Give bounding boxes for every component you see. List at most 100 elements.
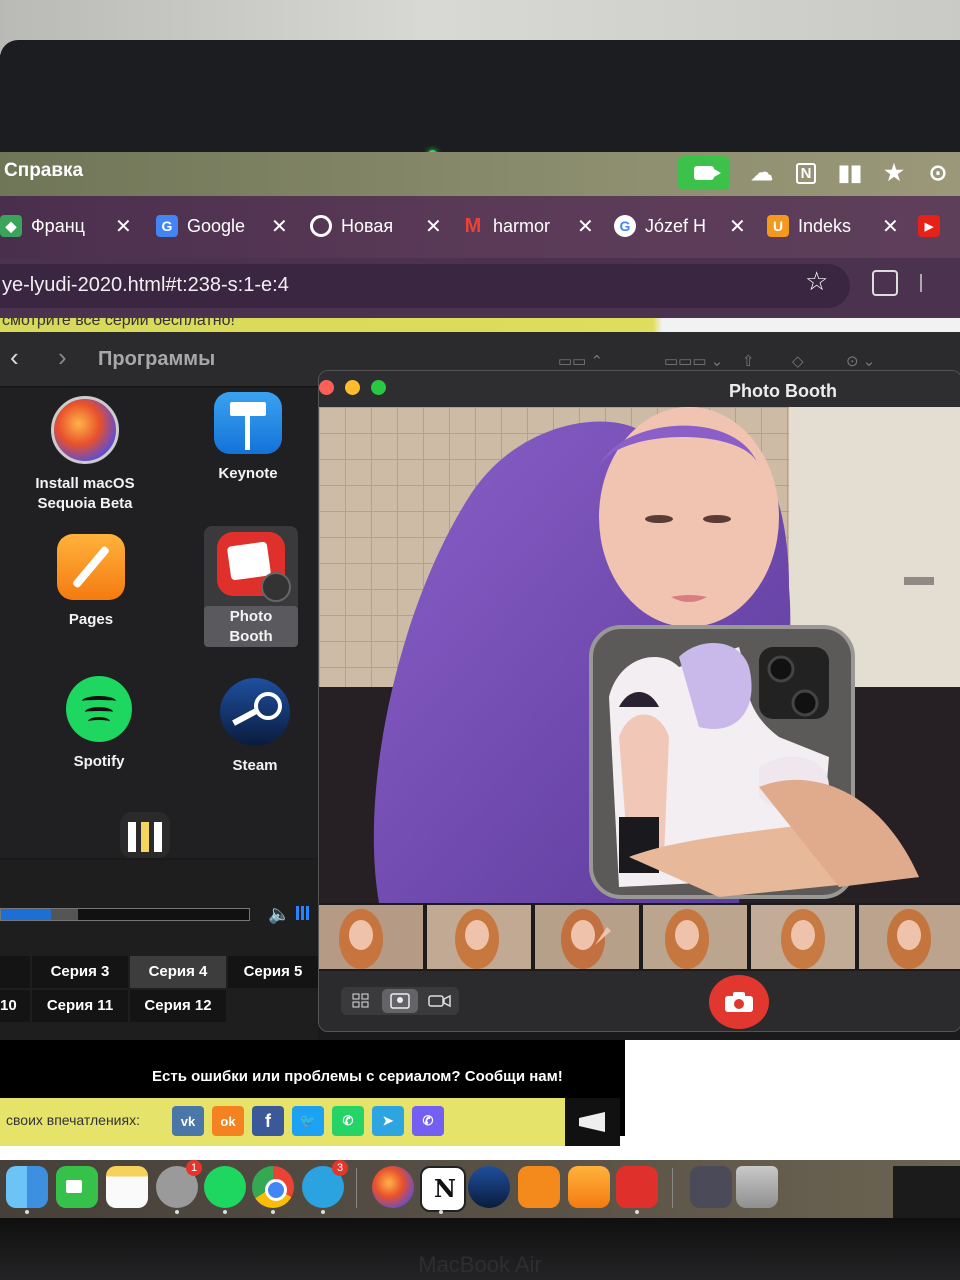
spotify-icon[interactable]: [204, 1166, 246, 1208]
tab-google[interactable]: G Google ✕: [156, 208, 288, 244]
seek-bar[interactable]: [0, 908, 250, 921]
ok-share-button[interactable]: ok: [212, 1106, 244, 1136]
notes-icon[interactable]: [106, 1166, 148, 1208]
photo-thumbnail[interactable]: [535, 905, 639, 969]
tab-gmail[interactable]: M harmor ✕: [462, 208, 594, 244]
facetime-camera-icon[interactable]: [678, 156, 730, 190]
episode-button-active[interactable]: Серия 4: [130, 956, 226, 988]
tab-close-icon[interactable]: ✕: [729, 214, 746, 239]
notion-icon[interactable]: N: [420, 1166, 466, 1212]
pages-icon[interactable]: [568, 1166, 610, 1208]
back-chevron-icon[interactable]: ‹: [10, 342, 19, 373]
downloads-icon[interactable]: [690, 1166, 732, 1208]
close-window-button[interactable]: [319, 380, 334, 395]
telegram-share-button[interactable]: ➤: [372, 1106, 404, 1136]
tab-youtube[interactable]: ▶: [918, 208, 949, 244]
app-pages[interactable]: Pages: [26, 534, 156, 630]
tab-new[interactable]: Новая ✕: [310, 208, 442, 244]
url-field[interactable]: ye-lyudi-2020.html#t:238-s:1-e:4: [0, 264, 850, 308]
url-text: ye-lyudi-2020.html#t:238-s:1-e:4: [2, 274, 289, 296]
app-spotify[interactable]: Spotify: [34, 676, 164, 772]
view-grid-icon[interactable]: ▭▭ ⌃: [558, 352, 603, 370]
vk-share-button[interactable]: vk: [172, 1106, 204, 1136]
photo-thumbnail[interactable]: [751, 905, 855, 969]
steam-icon[interactable]: [468, 1166, 510, 1208]
twitter-share-button[interactable]: 🐦: [292, 1106, 324, 1136]
tab-close-icon[interactable]: ✕: [425, 214, 442, 239]
macos-installer-icon[interactable]: [372, 1166, 414, 1208]
notion-icon[interactable]: N: [784, 156, 828, 190]
take-photo-button[interactable]: [709, 975, 769, 1029]
minimize-window-button[interactable]: [345, 380, 360, 395]
macos-installer-icon: [51, 396, 119, 464]
app-install-macos[interactable]: Install macOS Sequoia Beta: [20, 396, 150, 513]
tab-close-icon[interactable]: ✕: [115, 214, 132, 239]
app-steam[interactable]: Steam: [190, 678, 320, 776]
toolbar-separator: [920, 274, 922, 292]
episode-button[interactable]: 10: [0, 990, 30, 1022]
tab-franc[interactable]: ◆ Франц ✕: [0, 208, 132, 244]
facetime-icon[interactable]: [56, 1166, 98, 1208]
app-label: Spotify: [73, 753, 125, 770]
creative-cloud-icon[interactable]: ☁: [740, 156, 784, 190]
menu-bar: Справка ☁ N ▮▮ ★ ⊙: [0, 152, 960, 196]
banner-text: смотрите все серии бесплатно!: [2, 318, 235, 329]
app-keynote[interactable]: Keynote: [183, 392, 313, 484]
tab-title: Франц: [31, 215, 85, 236]
telegram-icon[interactable]: 3: [302, 1160, 348, 1208]
grid-view-icon[interactable]: [343, 989, 379, 1013]
zoom-window-button[interactable]: [371, 380, 386, 395]
google-icon: G: [614, 215, 636, 237]
running-indicator: [271, 1210, 275, 1214]
video-icon[interactable]: [421, 989, 457, 1013]
single-view-icon[interactable]: [382, 989, 418, 1013]
report-errors-link[interactable]: Есть ошибки или проблемы с сериалом? Соо…: [152, 1068, 563, 1085]
viber-share-button[interactable]: ✆: [412, 1106, 444, 1136]
tab-close-icon[interactable]: ✕: [577, 214, 594, 239]
tab-close-icon[interactable]: ✕: [271, 214, 288, 239]
finder-icon[interactable]: [6, 1166, 48, 1208]
tab-title: Józef H: [645, 215, 707, 236]
u-icon: U: [767, 215, 789, 237]
whatsapp-share-button[interactable]: ✆: [332, 1106, 364, 1136]
volume-icon[interactable]: 🔈: [268, 904, 290, 925]
tab-title: Google: [187, 215, 246, 236]
menu-help[interactable]: Справка: [4, 160, 83, 182]
tab-close-icon[interactable]: ✕: [882, 214, 899, 239]
facebook-share-button[interactable]: f: [252, 1106, 284, 1136]
photo-booth-icon[interactable]: [616, 1166, 658, 1208]
tab-jozef[interactable]: G Józef H ✕: [614, 208, 746, 244]
chrome-icon[interactable]: [252, 1166, 294, 1208]
photo-thumbnail[interactable]: [643, 905, 747, 969]
extensions-icon[interactable]: [872, 270, 898, 296]
bars-icon[interactable]: ▮▮: [828, 156, 872, 190]
photo-thumbnail[interactable]: [319, 905, 423, 969]
episode-button[interactable]: Серия 12: [130, 990, 226, 1022]
volume-level[interactable]: [296, 906, 309, 920]
group-icon[interactable]: ▭▭▭ ⌄: [664, 352, 723, 370]
books-icon[interactable]: [518, 1166, 560, 1208]
photo-thumbnail[interactable]: [427, 905, 531, 969]
episode-button[interactable]: Серия 5: [228, 956, 318, 988]
play-icon[interactable]: ⊙: [916, 156, 960, 190]
tab-indeks[interactable]: U Indeks ✕: [767, 208, 899, 244]
photo-thumbnail[interactable]: [859, 905, 960, 969]
more-icon[interactable]: ⊙ ⌄: [846, 352, 875, 370]
dock: 1 3 N: [0, 1160, 960, 1218]
episode-button[interactable]: Серия 11: [32, 990, 128, 1022]
trash-icon[interactable]: [736, 1166, 778, 1208]
app-photo-booth[interactable]: Photo Booth: [204, 526, 298, 647]
tag-icon[interactable]: ◇: [792, 352, 804, 370]
star-icon[interactable]: ★: [872, 156, 916, 190]
keynote-icon: [214, 392, 282, 454]
episode-partial[interactable]: [0, 956, 30, 988]
bars-app-icon: [120, 812, 170, 858]
bookmark-star-icon[interactable]: ☆: [805, 266, 828, 297]
share-icon[interactable]: ⇧: [742, 352, 755, 370]
background-window-edge: [893, 1166, 960, 1226]
camera-preview-image: [319, 407, 960, 903]
forward-chevron-icon[interactable]: ›: [58, 342, 67, 373]
system-settings-icon[interactable]: 1: [156, 1160, 202, 1208]
episode-button[interactable]: Серия 3: [32, 956, 128, 988]
megaphone-icon[interactable]: [565, 1098, 620, 1146]
